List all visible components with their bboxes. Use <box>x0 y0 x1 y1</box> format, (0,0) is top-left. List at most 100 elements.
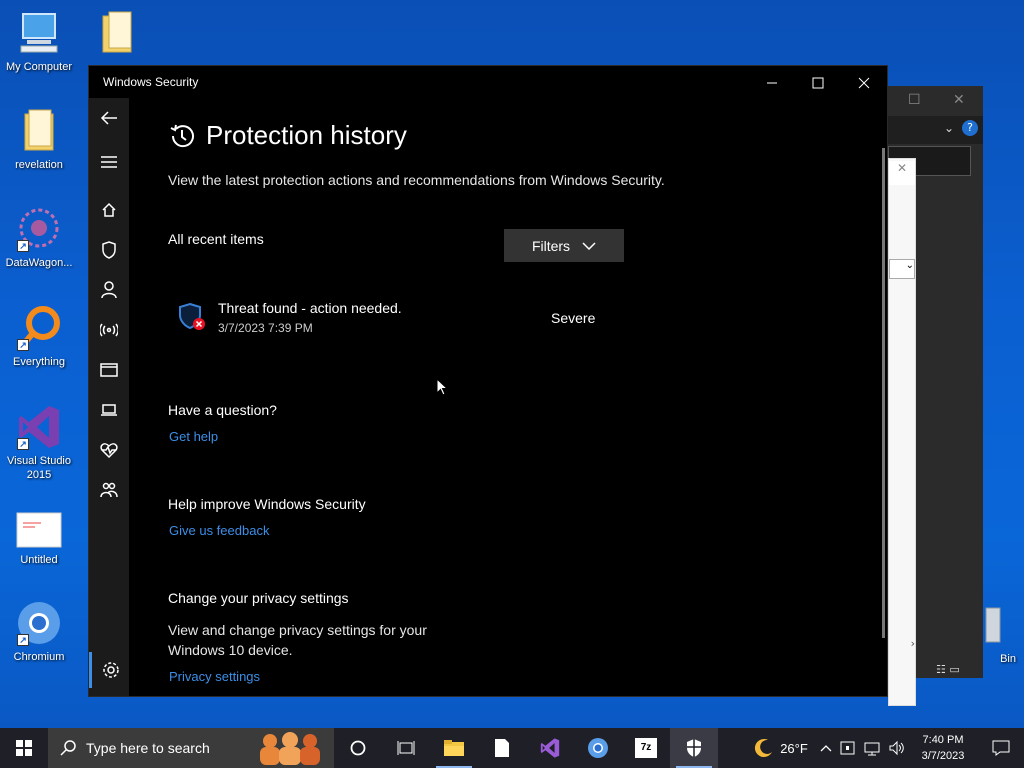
visual-studio-icon <box>540 738 560 758</box>
start-button[interactable] <box>0 728 48 768</box>
chevron-right-icon[interactable]: › <box>889 637 915 655</box>
desktop-icon-revelation[interactable]: revelation <box>1 108 77 172</box>
privacy-settings-link[interactable]: Privacy settings <box>169 669 260 684</box>
gear-icon <box>102 662 119 678</box>
main-content: Protection history View the latest prote… <box>129 98 887 696</box>
filters-button[interactable]: Filters <box>504 229 624 262</box>
help-icon[interactable]: ? <box>962 120 978 136</box>
desktop-icon-visual-studio[interactable]: ↗ Visual Studio 2015 <box>1 404 77 482</box>
chevron-down-icon[interactable]: ⌄ <box>944 121 954 135</box>
hamburger-menu-icon <box>101 156 117 168</box>
wireless-icon <box>100 323 118 337</box>
shield-icon <box>687 739 701 757</box>
chevron-down-icon <box>582 241 596 250</box>
computer-icon <box>15 10 63 56</box>
threat-history-item[interactable]: Threat found - action needed. 3/7/2023 7… <box>168 294 628 344</box>
desktop-icon-my-computer[interactable]: My Computer <box>1 10 77 74</box>
threat-severity: Severe <box>551 310 596 326</box>
taskbar-search-box[interactable]: Type here to search <box>48 728 334 768</box>
sidebar-item-home[interactable] <box>89 192 129 228</box>
threat-date: 3/7/2023 7:39 PM <box>218 321 313 335</box>
desktop-icon-label: Untitled <box>20 554 58 566</box>
threat-shield-icon <box>179 302 205 330</box>
taskbar-file-explorer[interactable] <box>430 728 478 768</box>
home-icon <box>102 202 116 217</box>
view-toggle-icon[interactable]: ☷ ▭ <box>936 663 960 676</box>
cortana-button[interactable] <box>334 728 382 768</box>
shield-icon <box>102 241 116 259</box>
sidebar-item-firewall[interactable] <box>89 312 129 348</box>
menu-button[interactable] <box>89 144 129 180</box>
desktop-icon-datawagon[interactable]: ↗ DataWagon... <box>1 206 77 270</box>
mouse-cursor-icon <box>436 378 448 396</box>
desktop-icon-label: revelation <box>15 159 63 171</box>
shortcut-arrow-icon: ↗ <box>17 634 29 646</box>
close-button[interactable] <box>841 70 887 96</box>
laptop-icon <box>101 404 117 416</box>
page-description: View the latest protection actions and r… <box>168 172 665 188</box>
datawagon-icon: ↗ <box>15 206 63 252</box>
cortana-circle-icon <box>350 740 366 756</box>
shortcut-arrow-icon: ↗ <box>17 240 29 252</box>
sidebar-item-device-security[interactable] <box>89 392 129 428</box>
history-icon <box>170 124 194 147</box>
dropdown-icon[interactable]: ⌄ <box>889 259 915 279</box>
feedback-link[interactable]: Give us feedback <box>169 523 269 538</box>
weather-temperature: 26°F <box>780 740 808 756</box>
clock-time: 7:40 PM <box>922 734 964 746</box>
scrollbar[interactable] <box>882 148 885 638</box>
folder-icon <box>15 108 63 154</box>
desktop-icon-label: Visual Studio 2015 <box>6 455 71 481</box>
threat-title: Threat found - action needed. <box>218 300 402 316</box>
folder-icon <box>93 10 141 56</box>
taskbar-visual-studio[interactable] <box>526 728 574 768</box>
desktop-icon-chromium[interactable]: ↗ Chromium <box>1 600 77 664</box>
desktop-icon-label: Everything <box>13 356 65 368</box>
search-icon <box>60 740 76 756</box>
page-title: Protection history <box>168 120 407 151</box>
maximize-button[interactable] <box>795 70 841 96</box>
show-hidden-icons-button[interactable] <box>816 728 836 768</box>
sidebar-item-virus-protection[interactable] <box>89 232 129 268</box>
network-icon <box>864 742 880 756</box>
task-view-button[interactable] <box>382 728 430 768</box>
sidebar-item-family-options[interactable] <box>89 472 129 508</box>
sidebar-item-settings[interactable] <box>89 652 129 688</box>
window-titlebar[interactable]: Windows Security <box>89 66 887 98</box>
weather-widget[interactable]: 26°F <box>746 728 816 768</box>
taskbar: Type here to search 7z 26°F 7:40 PM 3/7/… <box>0 728 1024 768</box>
privacy-heading: Change your privacy settings <box>168 590 349 606</box>
sidebar-item-device-performance[interactable] <box>89 432 129 468</box>
network-button[interactable] <box>860 728 884 768</box>
windows-logo-icon <box>16 740 32 756</box>
close-icon[interactable]: ✕ <box>889 161 915 185</box>
action-center-button[interactable] <box>978 728 1024 768</box>
taskbar-notepad[interactable] <box>478 728 526 768</box>
desktop-icon-everything[interactable]: ↗ Everything <box>1 305 77 369</box>
tray-security-icon-button[interactable] <box>836 728 860 768</box>
recycle-bin-icon <box>984 604 1004 648</box>
taskbar-7zip[interactable]: 7z <box>622 728 670 768</box>
sidebar-item-app-browser-control[interactable] <box>89 352 129 388</box>
page-title-text: Protection history <box>206 120 407 150</box>
maximize-icon[interactable]: ☐ <box>908 92 921 108</box>
back-button[interactable] <box>89 100 129 136</box>
moon-icon <box>755 739 773 758</box>
windows-security-window[interactable]: Windows Security Protection history View… <box>88 65 888 697</box>
sidebar-item-account-protection[interactable] <box>89 272 129 308</box>
minimize-button[interactable] <box>749 70 795 96</box>
desktop-icon-label: Chromium <box>13 651 65 663</box>
clock-date: 3/7/2023 <box>921 750 965 762</box>
desktop-icon-untitled[interactable]: Untitled <box>1 511 77 567</box>
recent-items-label: All recent items <box>168 231 264 247</box>
chromium-icon: ↗ <box>15 600 63 646</box>
volume-button[interactable] <box>884 728 908 768</box>
question-heading: Have a question? <box>168 402 277 418</box>
person-icon <box>101 281 117 299</box>
taskbar-clock[interactable]: 7:40 PM 3/7/2023 <box>908 728 978 768</box>
taskbar-chromium[interactable] <box>574 728 622 768</box>
get-help-link[interactable]: Get help <box>169 429 218 444</box>
close-icon[interactable]: ✕ <box>953 92 965 108</box>
taskbar-windows-security[interactable] <box>670 728 718 768</box>
desktop-icon-folder[interactable] <box>79 10 155 70</box>
